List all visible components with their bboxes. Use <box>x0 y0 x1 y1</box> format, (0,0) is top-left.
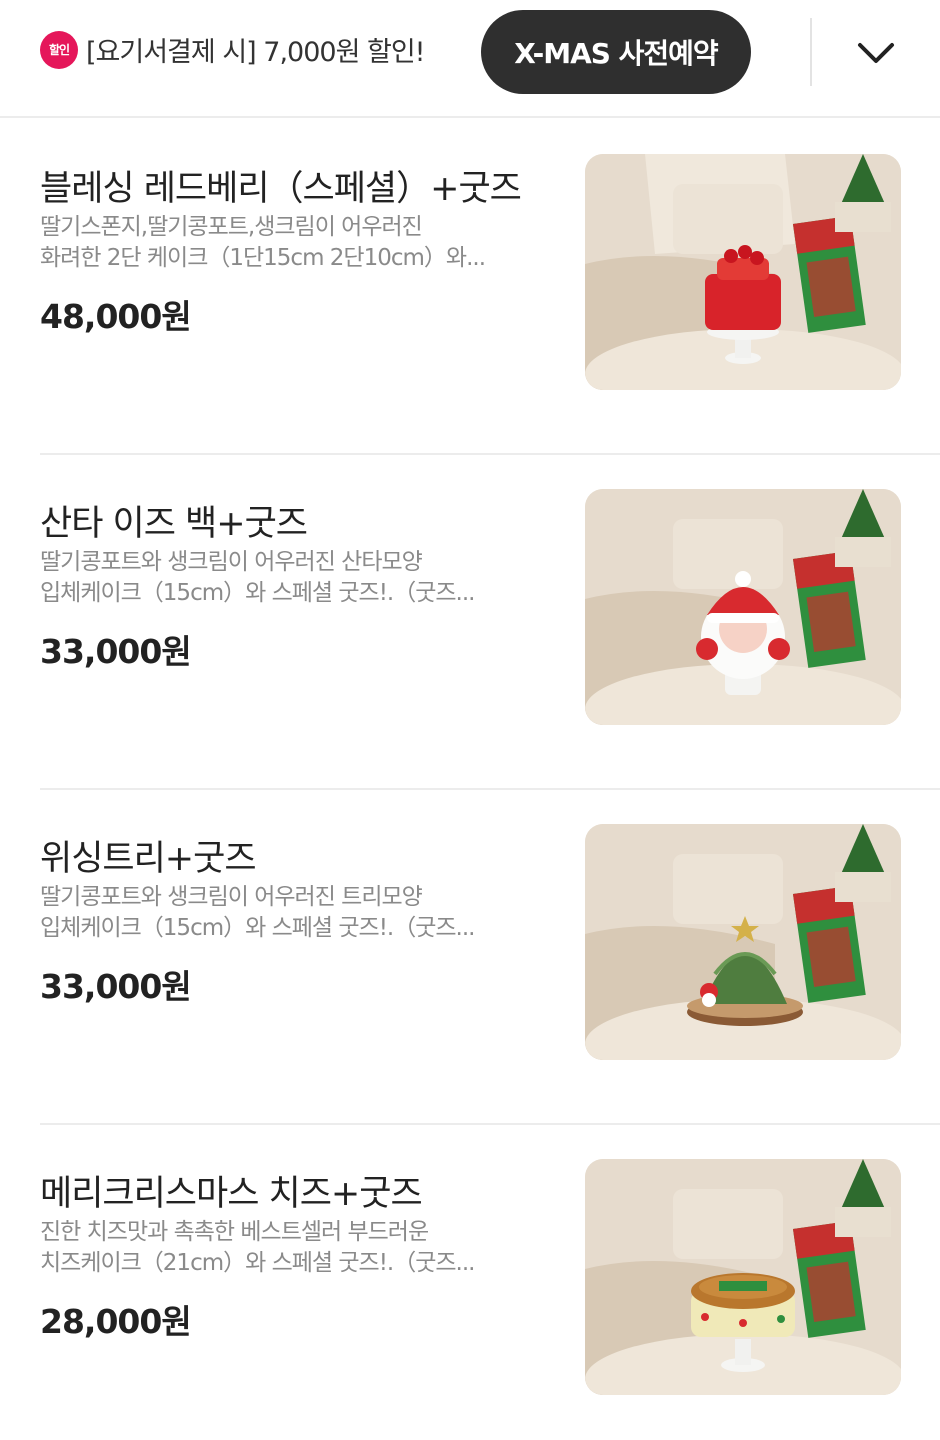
menu-item-image[interactable] <box>585 154 901 390</box>
category-chip-xmas[interactable]: X-MAS 사전예약 <box>481 10 751 94</box>
menu-item[interactable]: 위싱트리+굿즈 딸기콩포트와 생크림이 어우러진 트리모양 입체케이크（15cm… <box>0 790 940 1125</box>
description-line: 치즈케이크（21cm）와 스페셜 굿즈!.（굿즈... <box>40 1250 475 1276</box>
menu-item-title: 위싱트리+굿즈 <box>40 839 257 879</box>
menu-item-price: 33,000원 <box>40 632 192 671</box>
menu-item-price: 48,000원 <box>40 297 192 336</box>
description-line: 진한 치즈맛과 촉촉한 베스트셀러 부드러운 <box>40 1219 429 1245</box>
promo-banner[interactable]: 할인 [요기서결제 시] 7,000원 할인! <box>40 30 425 69</box>
expand-categories-button[interactable] <box>846 28 906 78</box>
divider <box>810 18 812 86</box>
chevron-down-icon <box>858 43 894 63</box>
description-line: 입체케이크（15cm）와 스페셜 굿즈!.（굿즈... <box>40 580 475 606</box>
promo-text: [요기서결제 시] 7,000원 할인! <box>86 37 425 68</box>
discount-badge: 할인 <box>40 30 78 69</box>
menu-item-title: 산타 이즈 백+굿즈 <box>40 504 308 544</box>
menu-item-image[interactable] <box>585 824 901 1060</box>
description-line: 입체케이크（15cm）와 스페셜 굿즈!.（굿즈... <box>40 915 475 941</box>
menu-item-description: 딸기스폰지,딸기콩포트,생크림이 어우러진 화려한 2단 케이크（1단15cm … <box>40 212 540 274</box>
menu-item-price: 33,000원 <box>40 967 192 1006</box>
menu-item-description: 딸기콩포트와 생크림이 어우러진 산타모양 입체케이크（15cm）와 스페셜 굿… <box>40 547 540 609</box>
menu-item[interactable]: 산타 이즈 백+굿즈 딸기콩포트와 생크림이 어우러진 산타모양 입체케이크（1… <box>0 455 940 790</box>
menu-item-image[interactable] <box>585 1159 901 1395</box>
menu-item-title: 메리크리스마스 치즈+굿즈 <box>40 1174 423 1214</box>
menu-item[interactable]: 메리크리스마스 치즈+굿즈 진한 치즈맛과 촉촉한 베스트셀러 부드러운 치즈케… <box>0 1125 940 1440</box>
description-line: 딸기콩포트와 생크림이 어우러진 산타모양 <box>40 549 423 575</box>
menu-item-description: 진한 치즈맛과 촉촉한 베스트셀러 부드러운 치즈케이크（21cm）와 스페셜 … <box>40 1217 540 1279</box>
menu-item-image[interactable] <box>585 489 901 725</box>
description-line: 딸기스폰지,딸기콩포트,생크림이 어우러진 <box>40 214 423 240</box>
menu-item[interactable]: 블레싱 레드베리（스페셜）+굿즈 딸기스폰지,딸기콩포트,생크림이 어우러진 화… <box>0 120 940 455</box>
description-line: 화려한 2단 케이크（1단15cm 2단10cm）와... <box>40 245 486 271</box>
menu-item-description: 딸기콩포트와 생크림이 어우러진 트리모양 입체케이크（15cm）와 스페셜 굿… <box>40 882 540 944</box>
description-line: 딸기콩포트와 생크림이 어우러진 트리모양 <box>40 884 423 910</box>
menu-item-price: 28,000원 <box>40 1302 192 1341</box>
top-bar: 할인 [요기서결제 시] 7,000원 할인! X-MAS 사전예약 <box>0 0 940 118</box>
menu-item-title: 블레싱 레드베리（스페셜）+굿즈 <box>40 169 522 209</box>
